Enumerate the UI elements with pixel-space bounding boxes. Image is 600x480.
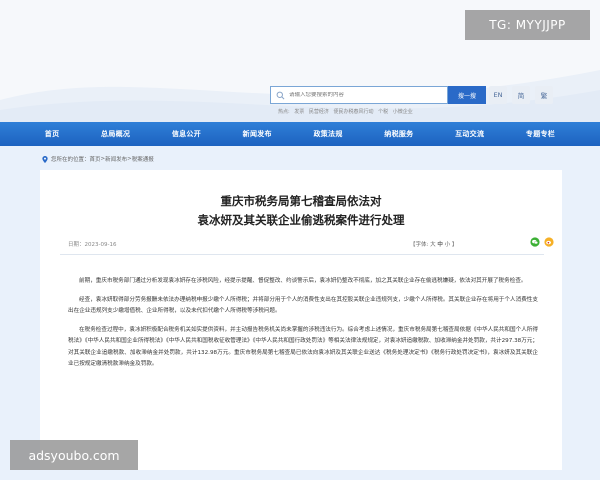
font-size-prefix: 【字体: [410, 242, 429, 248]
article-date: 日期：2023-09-16 [68, 242, 117, 248]
lang-traditional-button[interactable]: 繁 [535, 86, 553, 104]
hot-search: 热点: 发票 民营经济 便民办税春风行动 个税 小微企业 [278, 108, 416, 115]
font-size-medium-button[interactable]: 中 [437, 242, 443, 248]
article-paragraph: 在税务检查过程中，袁冰妍积极配合税务机关如实提供资料，并主动报告税务机关尚未掌握… [68, 326, 538, 368]
article-title-line1: 重庆市税务局第七稽查局依法对 [220, 194, 382, 208]
nav-item-disclosure[interactable]: 信息公开 [172, 129, 201, 139]
nav-item-service[interactable]: 纳税服务 [384, 129, 413, 139]
search-icon [276, 91, 285, 99]
hot-term[interactable]: 便民办税春风行动 [334, 109, 374, 115]
hot-term[interactable]: 发票 [294, 109, 304, 115]
hot-term[interactable]: 个税 [378, 109, 388, 115]
location-pin-icon [42, 155, 48, 163]
watermark-telegram: TG: MYYJJPP [465, 10, 590, 40]
nav-item-policy[interactable]: 政策法规 [313, 129, 342, 139]
article-title-line2: 袁冰妍及其关联企业偷逃税案件进行处理 [197, 213, 405, 227]
lang-en-button[interactable]: EN [489, 86, 507, 104]
nav-item-interaction[interactable]: 互动交流 [455, 129, 484, 139]
watermark-site: adsyoubo.com [10, 440, 138, 470]
breadcrumb: 您所在的位置： 首页 > 新闻发布 > 税案通报 [42, 155, 154, 163]
font-size-large-button[interactable]: 大 [430, 242, 436, 248]
font-size-suffix: 】 [451, 242, 458, 248]
search-input[interactable] [289, 92, 439, 98]
nav-item-news[interactable]: 新闻发布 [243, 129, 272, 139]
hot-term[interactable]: 民营经济 [309, 109, 329, 115]
wechat-share-icon[interactable] [530, 237, 540, 247]
nav-item-home[interactable]: 首页 [45, 129, 60, 139]
breadcrumb-prefix: 您所在的位置： [51, 157, 90, 163]
article-paragraph: 前期，重庆市税务部门通过分析发现袁冰妍存在涉税风险，经提示提醒、督促整改、约谈警… [79, 278, 527, 284]
nav-item-overview[interactable]: 总局概况 [101, 129, 130, 139]
article-paragraph: 经查，袁冰妍取得部分劳务报酬未依法办理纳税申报少缴个人所得税；并将部分用于个人的… [68, 296, 538, 315]
article-body: 前期，重庆市税务部门通过分析发现袁冰妍存在涉税风险，经提示提醒、督促整改、约谈警… [68, 276, 538, 378]
search-button[interactable]: 搜一搜 [448, 86, 486, 104]
nav-item-topics[interactable]: 专题专栏 [526, 129, 555, 139]
hot-search-label: 热点: [278, 109, 290, 115]
breadcrumb-home[interactable]: 首页 [90, 155, 101, 163]
breadcrumb-news[interactable]: 新闻发布 [105, 155, 127, 163]
lang-simplified-button[interactable]: 简 [512, 86, 530, 104]
title-divider [60, 254, 544, 255]
font-size-control: 【字体: 大 中 小 】 [410, 240, 457, 248]
weibo-share-icon[interactable] [544, 237, 554, 247]
font-size-small-button[interactable]: 小 [445, 242, 451, 248]
hot-term[interactable]: 小微企业 [393, 109, 413, 115]
share-icons [530, 237, 554, 247]
main-nav: 首页 总局概况 信息公开 新闻发布 政策法规 纳税服务 互动交流 专题专栏 [0, 122, 600, 146]
breadcrumb-cases[interactable]: 税案通报 [132, 155, 154, 163]
article-card: 重庆市税务局第七稽查局依法对 袁冰妍及其关联企业偷逃税案件进行处理 日期：202… [40, 170, 562, 470]
search-box[interactable] [270, 86, 448, 104]
article-title: 重庆市税务局第七稽查局依法对 袁冰妍及其关联企业偷逃税案件进行处理 [40, 192, 562, 230]
